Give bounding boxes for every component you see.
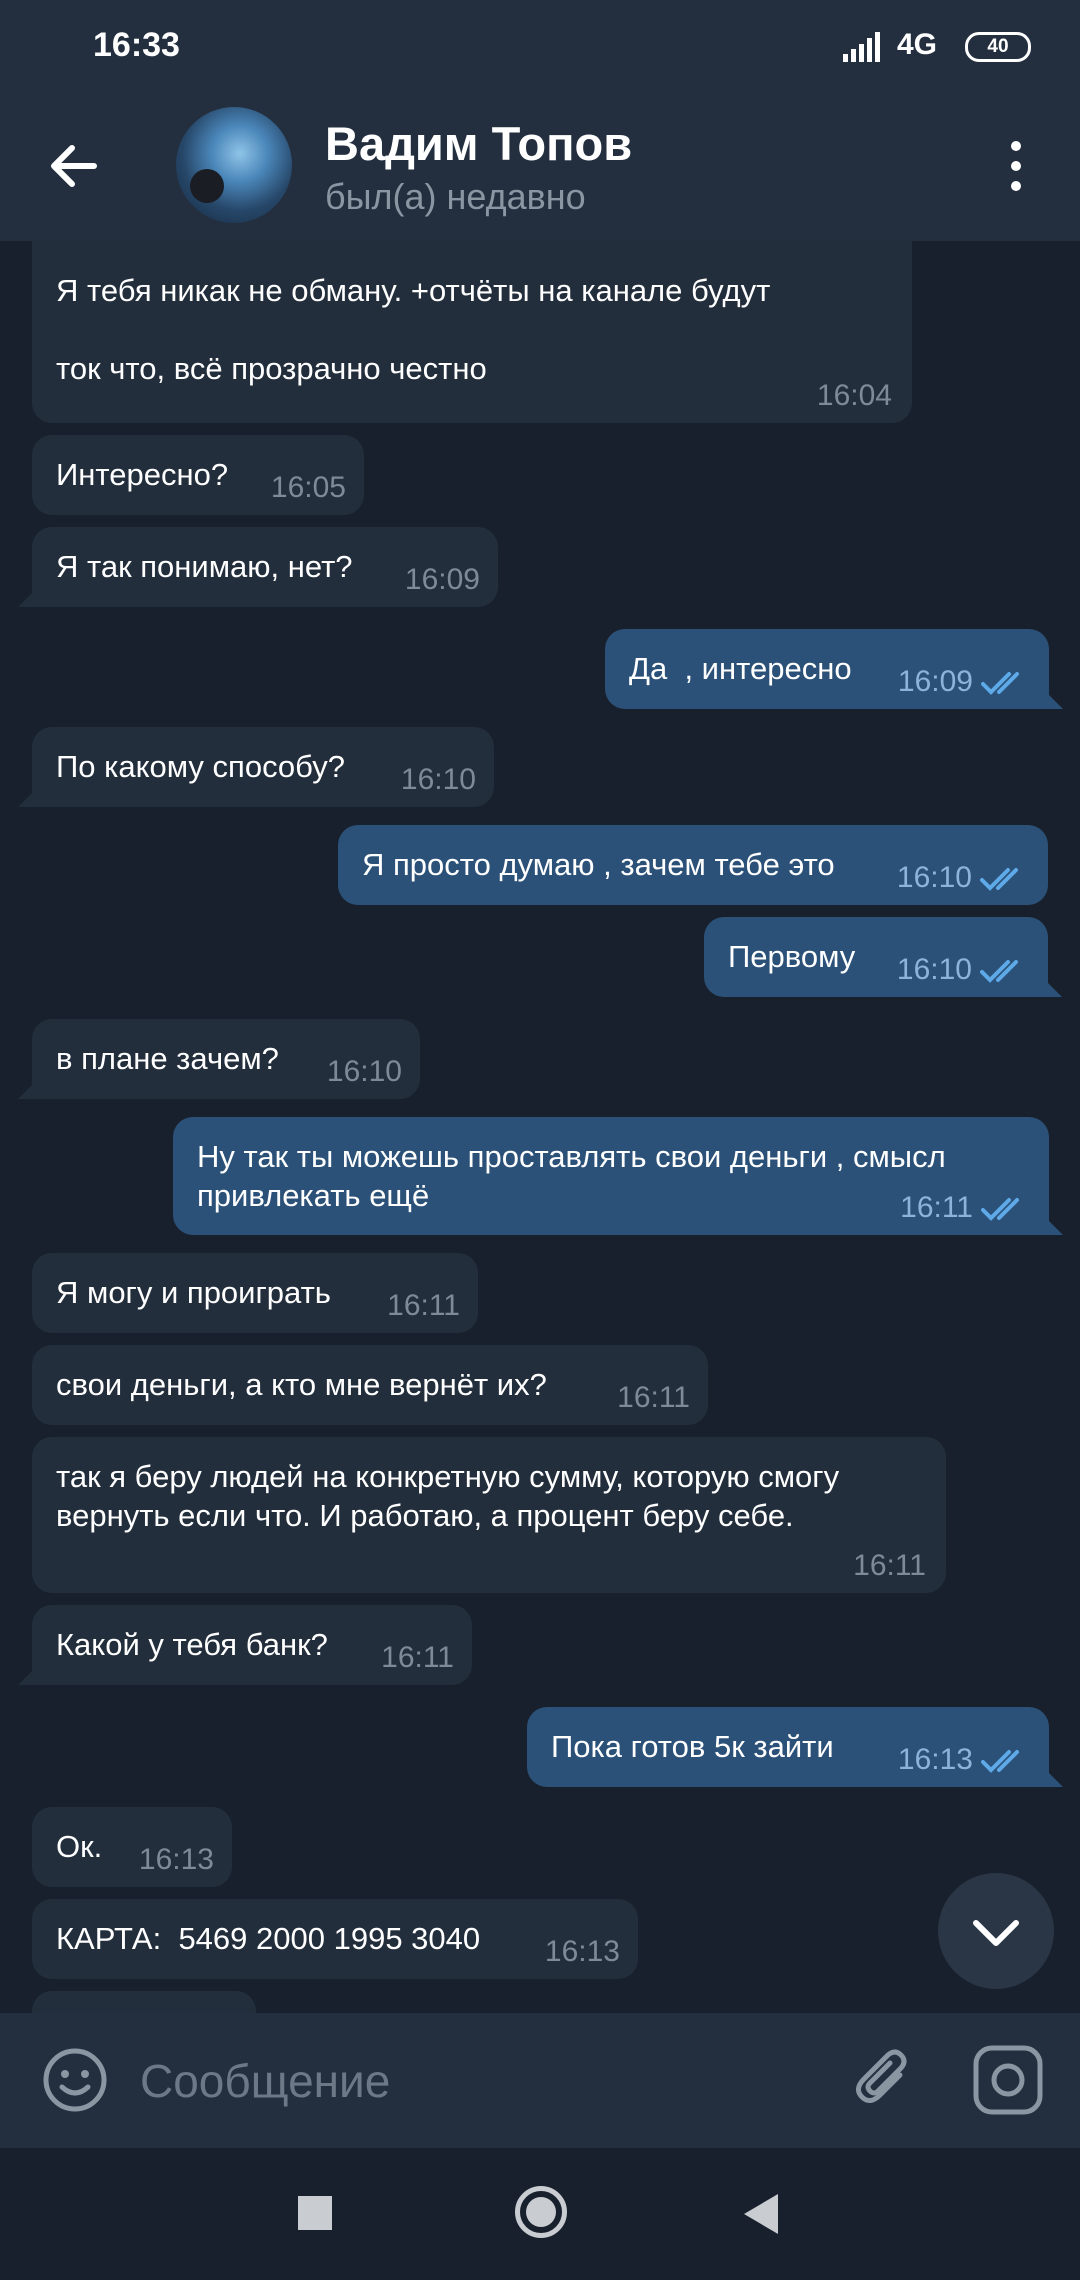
message-text: свои деньги, а кто мне вернёт их?	[56, 1367, 547, 1402]
bubble-tail	[1043, 1767, 1063, 1787]
message-incoming[interactable]: в плане зачем? 16:10	[18, 1019, 420, 1099]
signal-icon	[843, 32, 880, 62]
system-nav-bar	[0, 2148, 1080, 2280]
scroll-down-button[interactable]	[938, 1873, 1054, 1989]
message-time: 16:11	[387, 1289, 460, 1322]
message-text: Я тебя никак не обману. +отчёты на канал…	[56, 273, 771, 386]
message-text: Первому	[728, 939, 856, 974]
network-type: 4G	[897, 28, 938, 61]
message-text: Какой у тебя банк?	[56, 1627, 328, 1662]
avatar-person	[190, 169, 224, 203]
message-time: 16:11	[617, 1381, 690, 1414]
bubble-tail	[1042, 977, 1062, 997]
back-arrow-icon[interactable]	[36, 126, 116, 206]
message-outgoing[interactable]: Ну так ты можешь проставлять свои деньги…	[173, 1117, 1063, 1235]
message-incoming[interactable]: Ок. 16:13	[32, 1807, 232, 1887]
message-incoming-partial[interactable]	[32, 1991, 256, 2013]
message-incoming[interactable]: так я беру людей на конкретную сумму, ко…	[32, 1437, 946, 1593]
bubble-tail	[1043, 1215, 1063, 1235]
message-outgoing[interactable]: Да , интересно 16:09	[605, 629, 1063, 709]
message-time: 16:10	[400, 763, 476, 796]
message-text: так я беру людей на конкретную сумму, ко…	[56, 1459, 848, 1533]
message-time: 16:11	[900, 1191, 973, 1224]
double-check-icon	[980, 868, 1018, 891]
message-time: 16:09	[404, 563, 480, 596]
message-incoming[interactable]: Какой у тебя банк? 16:11	[18, 1605, 472, 1685]
message-text: Я так понимаю, нет?	[56, 549, 353, 584]
message-list[interactable]: Я тебя никак не обману. +отчёты на канал…	[0, 241, 1080, 2013]
composer-bar	[0, 2013, 1080, 2148]
message-outgoing[interactable]: Первому 16:10	[704, 917, 1062, 997]
home-dot	[526, 2197, 556, 2227]
message-time: 16:11	[381, 1641, 454, 1674]
message-incoming[interactable]: КАРТА: 5469 2000 1995 3040 16:13	[32, 1899, 638, 1979]
message-text: Интересно?	[56, 457, 229, 492]
message-text: в плане зачем?	[56, 1041, 279, 1076]
smiley-icon[interactable]	[40, 2045, 110, 2115]
message-incoming[interactable]: По какому способу? 16:10	[18, 727, 494, 807]
bubble-tail	[1043, 689, 1063, 709]
message-time: 16:10	[896, 953, 972, 986]
contact-name[interactable]: Вадим Топов	[325, 116, 632, 171]
message-incoming[interactable]: Я тебя никак не обману. +отчёты на канал…	[32, 241, 912, 423]
bubble-tail	[18, 787, 38, 807]
message-time: 16:04	[816, 379, 892, 412]
message-time: 16:13	[544, 1935, 620, 1968]
nav-back-icon[interactable]	[744, 2194, 780, 2234]
chevron-down-icon	[973, 1920, 1019, 1946]
message-input[interactable]	[140, 2043, 820, 2118]
message-text: Да , интересно	[629, 651, 852, 686]
message-outgoing[interactable]: Пока готов 5к зайти 16:13	[527, 1707, 1063, 1787]
status-bar: 16:33 4G 40	[0, 0, 1080, 90]
message-text: Ну так ты можешь проставлять свои деньги…	[197, 1139, 955, 1213]
home-button[interactable]	[515, 2186, 567, 2238]
message-time: 16:11	[853, 1549, 926, 1582]
contact-status: был(а) недавно	[325, 176, 586, 217]
recent-apps-button[interactable]	[298, 2196, 332, 2230]
message-text: По какому способу?	[56, 749, 345, 784]
message-incoming[interactable]: Я так понимаю, нет? 16:09	[18, 527, 498, 607]
message-incoming[interactable]: Я могу и проиграть 16:11	[32, 1253, 478, 1333]
battery-level: 40	[987, 36, 1009, 57]
double-check-icon	[981, 1750, 1019, 1773]
message-text: Ок.	[56, 1829, 103, 1864]
chat-header: Вадим Топов был(а) недавно	[0, 90, 1080, 241]
message-time: 16:05	[270, 471, 346, 504]
double-check-icon	[981, 1198, 1019, 1221]
message-incoming[interactable]: свои деньги, а кто мне вернёт их? 16:11	[32, 1345, 708, 1425]
message-time: 16:09	[897, 665, 973, 698]
message-text: Пока готов 5к зайти	[551, 1729, 834, 1764]
more-vertical-icon[interactable]	[996, 136, 1036, 196]
message-text: Я просто думаю , зачем тебе это	[362, 847, 835, 882]
double-check-icon	[981, 672, 1019, 695]
bubble-tail	[18, 1079, 38, 1099]
message-time: 16:13	[897, 1743, 973, 1776]
message-outgoing[interactable]: Я просто думаю , зачем тебе это 16:10	[338, 825, 1048, 905]
message-time: 16:13	[138, 1843, 214, 1876]
bubble-tail	[18, 1665, 38, 1685]
message-time: 16:10	[326, 1055, 402, 1088]
paperclip-icon[interactable]	[850, 2045, 920, 2115]
bubble-tail	[18, 587, 38, 607]
message-incoming[interactable]: Интересно? 16:05	[32, 435, 364, 515]
instagram-camera-icon[interactable]	[970, 2045, 1046, 2115]
message-text: Я могу и проиграть	[56, 1275, 331, 1310]
battery-icon: 40	[965, 32, 1031, 62]
message-time: 16:10	[896, 861, 972, 894]
status-time: 16:33	[93, 26, 180, 64]
double-check-icon	[980, 960, 1018, 983]
message-text: КАРТА: 5469 2000 1995 3040	[56, 1921, 481, 1956]
avatar[interactable]	[176, 107, 292, 223]
